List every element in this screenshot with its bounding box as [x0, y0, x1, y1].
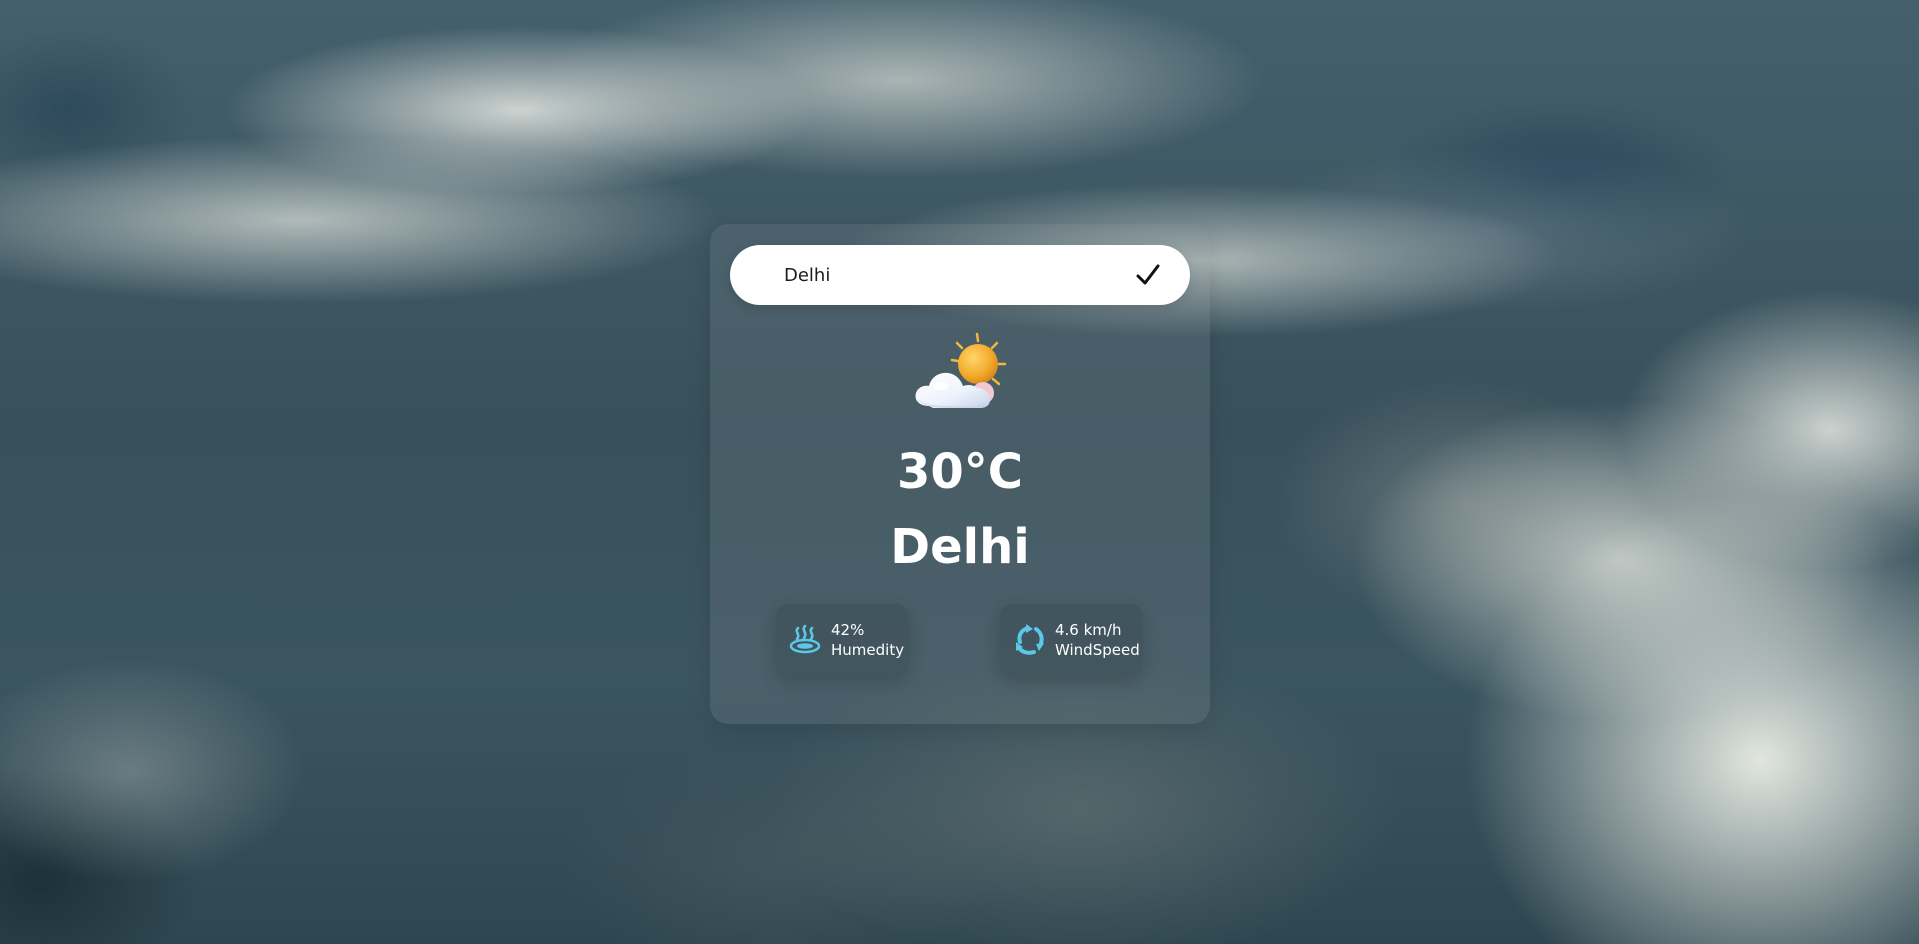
city-name: Delhi — [890, 519, 1030, 575]
wind-panel: 4.6 km/h WindSpeed — [1000, 604, 1142, 676]
city-search-input[interactable] — [782, 244, 1130, 306]
water-icon — [789, 624, 821, 654]
humidity-panel: 42% Humedity — [776, 604, 908, 676]
humidity-value: 42% — [831, 621, 865, 639]
wind-label: WindSpeed — [1055, 641, 1140, 659]
humidity-label: Humedity — [831, 641, 905, 659]
check-icon — [1136, 264, 1160, 285]
partly-cloudy-icon — [915, 332, 1007, 408]
search-button[interactable] — [1130, 257, 1166, 293]
weather-card: 30°C Delhi 42% Humedity — [710, 224, 1210, 724]
temperature-value: 30°C — [896, 444, 1024, 500]
search-bar — [730, 244, 1190, 306]
wind-icon — [1016, 624, 1044, 655]
wind-value: 4.6 km/h — [1055, 621, 1122, 639]
